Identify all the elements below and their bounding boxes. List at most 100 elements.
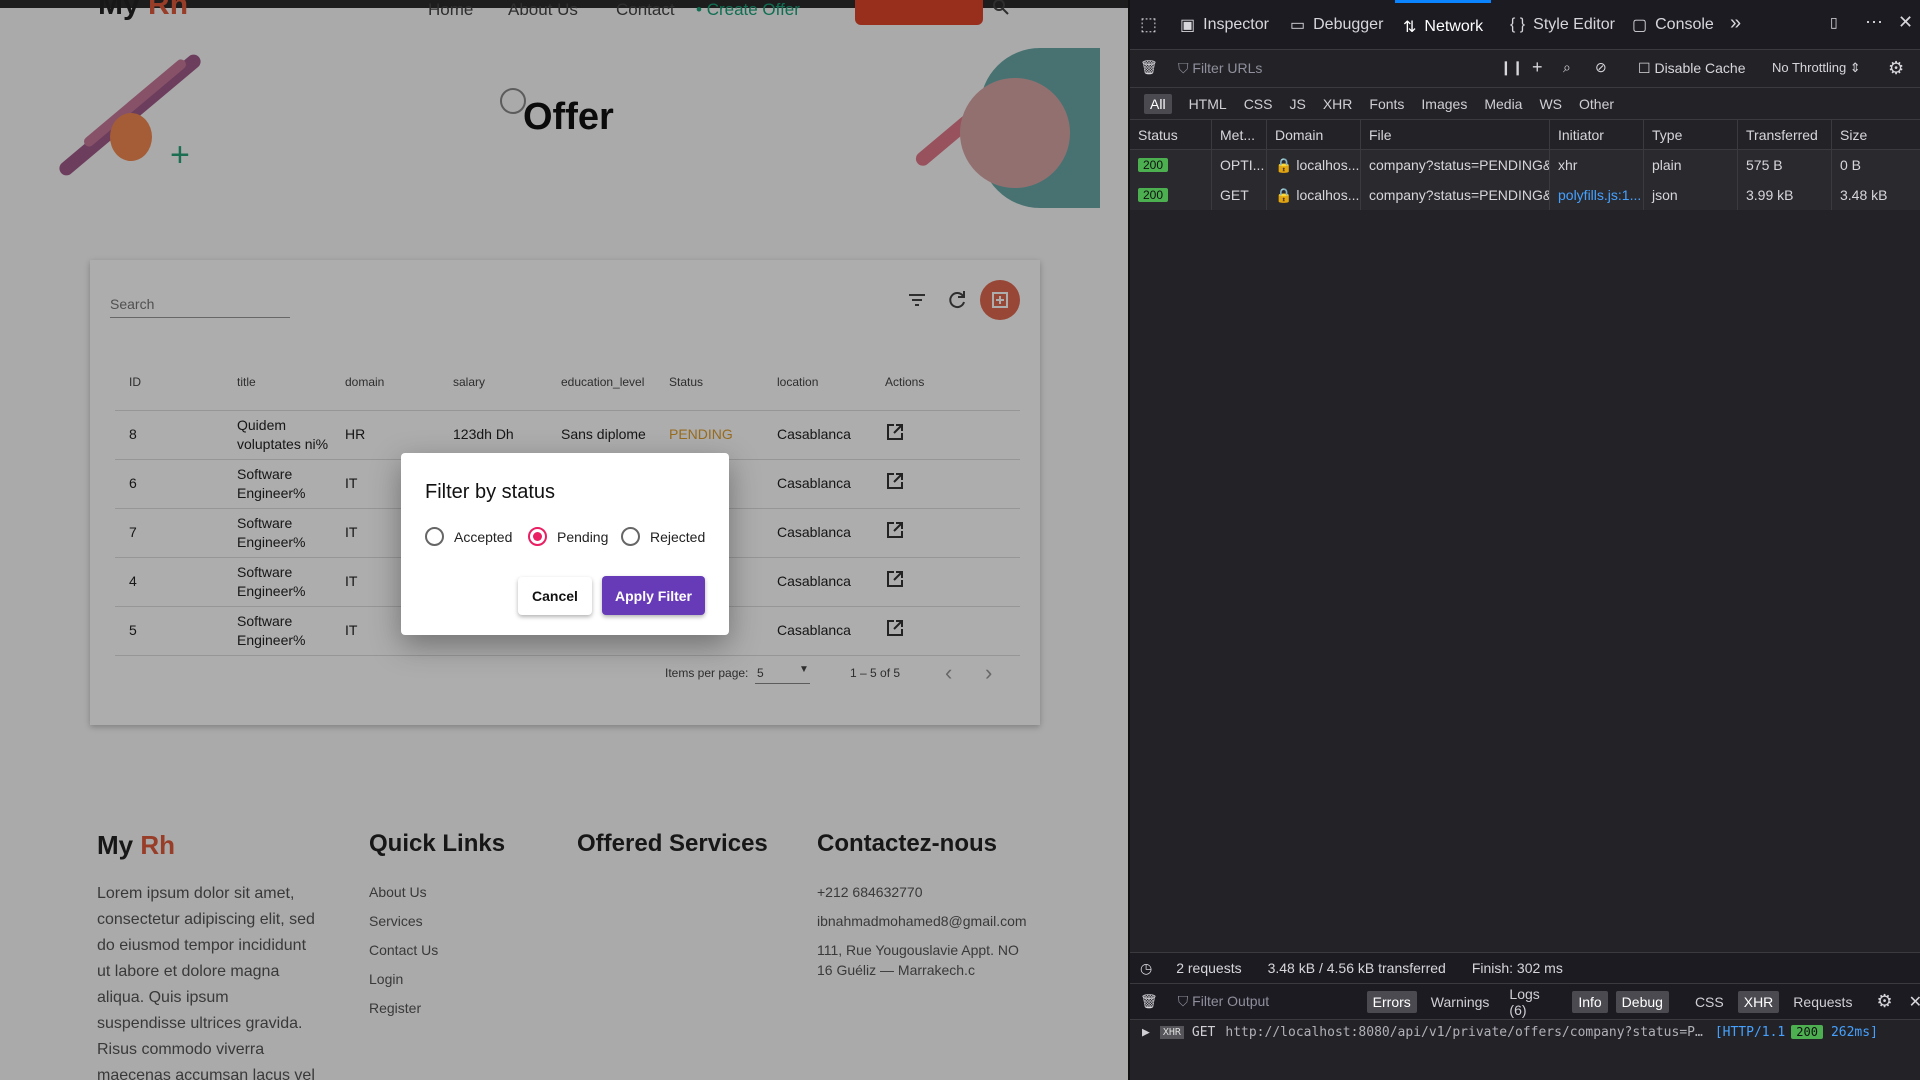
col-size[interactable]: Size [1832,120,1920,149]
req-method: OPTI... [1212,150,1267,180]
log-method: GET [1191,1024,1216,1040]
element-picker-icon[interactable]: ⬚ [1140,14,1157,35]
console-filter-bar: 🗑 ⛉ Filter Output Errors Warnings Logs (… [1130,984,1920,1020]
req-initiator: xhr [1550,150,1644,180]
disable-cache-checkbox[interactable]: ☐ Disable Cache [1638,60,1746,77]
more-tabs-icon[interactable]: » [1730,12,1741,35]
status-badge: 200 [1138,188,1169,202]
req-transferred: 575 B [1738,150,1832,180]
dock-icon[interactable]: ▯ [1830,14,1838,31]
type-filter-bar: All HTML CSS JS XHR Fonts Images Media W… [1130,88,1920,120]
search-icon[interactable]: ⌕ [1563,59,1571,76]
add-icon[interactable]: + [1532,57,1543,78]
network-toolbar: 🗑 ⛉ Filter URLs ❙❙ + ⌕ ⊘ ☐ Disable Cache… [1130,50,1920,88]
log-time: 262ms] [1830,1024,1878,1040]
type-filter-fonts[interactable]: Fonts [1369,96,1404,112]
req-type: json [1644,180,1738,210]
req-file: company?status=PENDING& [1361,150,1550,180]
tab-network[interactable]: ⇅ Network [1395,0,1492,50]
req-method: GET [1212,180,1267,210]
chip-css[interactable]: CSS [1689,991,1730,1013]
log-status-badge: 200 [1791,1025,1823,1039]
throttling-value: No Throttling [1772,60,1847,75]
req-domain: 🔒 localhos... [1267,150,1361,180]
cancel-button[interactable]: Cancel [518,577,592,615]
req-type: plain [1644,150,1738,180]
col-type[interactable]: Type [1644,120,1738,149]
lock-icon: 🔒 [1275,186,1293,203]
throttling-select[interactable]: No Throttling ⇕ [1772,60,1861,76]
radio-pending[interactable]: Pending [528,527,608,546]
close-icon[interactable]: ✕ [1909,992,1920,1012]
req-file: company?status=PENDING& [1361,180,1550,210]
col-method[interactable]: Met... [1212,120,1267,149]
tab-label: Debugger [1313,16,1384,33]
tab-label: Console [1655,16,1714,33]
type-filter-xhr[interactable]: XHR [1323,96,1353,112]
req-size: 0 B [1840,157,1862,173]
log-url[interactable]: http://localhost:8080/api/v1/private/off… [1225,1025,1702,1040]
col-initiator[interactable]: Initiator [1550,120,1644,149]
request-row[interactable]: 200 GET 🔒 localhos... company?status=PEN… [1130,180,1920,210]
apply-filter-button[interactable]: Apply Filter [602,576,705,615]
filter-output-input[interactable]: ⛉ Filter Output [1178,993,1359,1010]
type-filter-js[interactable]: JS [1289,96,1305,112]
type-filter-other[interactable]: Other [1579,96,1614,112]
chip-warnings[interactable]: Warnings [1425,991,1496,1013]
dialog-title: Filter by status [425,481,556,503]
type-filter-media[interactable]: Media [1484,96,1522,112]
chip-requests[interactable]: Requests [1787,991,1858,1013]
tab-label: Style Editor [1533,16,1615,33]
summary-finish: Finish: 302 ms [1471,960,1563,976]
radio-button[interactable] [621,527,640,546]
log-type-badge: XHR [1159,1025,1184,1039]
debugger-icon: ▭ [1290,17,1306,34]
type-filter-images[interactable]: Images [1421,96,1467,112]
filter-urls-placeholder: Filter URLs [1192,60,1263,76]
expand-arrow-icon[interactable]: ▶ [1142,1025,1150,1040]
chip-info[interactable]: Info [1572,990,1608,1013]
tab-debugger[interactable]: ▭ Debugger [1290,0,1383,50]
gear-icon[interactable]: ⚙ [1888,58,1904,79]
type-filter-html[interactable]: HTML [1189,96,1227,112]
close-icon[interactable]: ✕ [1898,12,1913,33]
chip-logs[interactable]: Logs (6) [1503,983,1564,1021]
timer-icon[interactable]: ◷ [1140,960,1152,977]
menu-icon[interactable]: ⋯ [1865,12,1883,33]
req-initiator[interactable]: polyfills.js:1... [1550,180,1644,210]
radio-button-selected[interactable] [528,527,547,546]
request-row[interactable]: 200 OPTI... 🔒 localhos... company?status… [1130,150,1920,180]
devtools-toolbar: ⬚ ▣ Inspector ▭ Debugger ⇅ Network { } Style… [1130,0,1920,50]
col-domain[interactable]: Domain [1267,120,1361,149]
tab-console[interactable]: ▢ Console [1632,0,1714,50]
col-status[interactable]: Status [1130,120,1212,149]
tab-style-editor[interactable]: { } Style Editor [1510,0,1615,50]
filter-dialog: Filter by status Accepted Pending Reject… [401,453,729,635]
req-status: 200 [1130,180,1212,210]
radio-accepted[interactable]: Accepted [425,527,512,546]
req-status: 200 [1130,150,1212,180]
chip-errors[interactable]: Errors [1366,990,1417,1013]
tab-inspector[interactable]: ▣ Inspector [1180,0,1269,50]
web-page: My Rh Home About Us Contact • Create Off… [0,0,1128,1080]
filter-urls-input[interactable]: ⛉ Filter URLs [1178,60,1262,77]
log-protocol: [HTTP/1.1 [1714,1024,1786,1040]
block-icon[interactable]: ⊘ [1595,59,1607,76]
radio-rejected[interactable]: Rejected [621,527,705,546]
radio-button[interactable] [425,527,444,546]
console-log-entry[interactable]: ▶ XHR GET http://localhost:8080/api/v1/p… [1130,1020,1920,1044]
type-filter-all[interactable]: All [1144,93,1172,114]
gear-icon[interactable]: ⚙ [1876,991,1892,1012]
type-filter-css[interactable]: CSS [1244,96,1273,112]
radio-label: Rejected [650,528,706,545]
devtools-panel: ⬚ ▣ Inspector ▭ Debugger ⇅ Network { } Style… [1128,0,1920,1080]
chip-debug[interactable]: Debug [1615,990,1669,1013]
col-transferred[interactable]: Transferred [1738,120,1832,149]
type-filter-ws[interactable]: WS [1539,96,1562,112]
disable-cache-label: Disable Cache [1654,60,1746,76]
pause-icon[interactable]: ❙❙ [1500,59,1523,76]
col-file[interactable]: File [1361,120,1550,149]
trash-icon[interactable]: 🗑 [1140,59,1158,76]
chip-xhr[interactable]: XHR [1737,990,1780,1013]
trash-icon[interactable]: 🗑 [1140,993,1158,1010]
